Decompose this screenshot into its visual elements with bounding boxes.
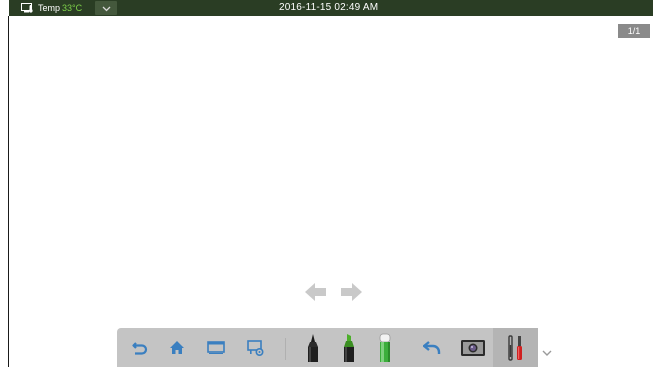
highlighter-icon: [341, 333, 357, 363]
undo-button[interactable]: [125, 328, 155, 367]
window-icon: [207, 341, 225, 354]
status-dropdown-button[interactable]: [95, 1, 117, 15]
temp-value: 33°C: [62, 3, 83, 13]
bottom-toolbar: [117, 328, 538, 367]
next-page-button[interactable]: [340, 283, 362, 301]
settings-button[interactable]: [501, 328, 531, 367]
undo-icon: [132, 341, 148, 355]
highlighter-button[interactable]: [335, 328, 363, 367]
return-arrow-icon: [423, 340, 441, 355]
home-icon: [169, 340, 185, 355]
chevron-down-icon: [541, 345, 553, 362]
canvas-left-border: [8, 16, 9, 367]
temp-label: Temp: [38, 3, 61, 13]
camera-button[interactable]: [457, 328, 489, 367]
page-indicator[interactable]: 1/1: [618, 24, 650, 38]
eraser-button[interactable]: [371, 328, 399, 367]
temperature-indicator: Temp 33°C: [21, 0, 82, 16]
chevron-down-icon: [102, 0, 111, 17]
pen-icon: [305, 333, 321, 363]
home-button[interactable]: [162, 328, 192, 367]
monitor-thermometer-icon: [21, 3, 34, 13]
toolbar-collapse-button[interactable]: [541, 345, 553, 356]
status-bar: Temp 33°C 2016-11-15 02:49 AM: [9, 0, 653, 16]
screen-settings-button[interactable]: [241, 328, 271, 367]
arrow-left-icon: [305, 283, 327, 305]
tools-icon: [506, 334, 526, 361]
whiteboard-canvas[interactable]: Temp 33°C 2016-11-15 02:49 AM 1/1: [0, 0, 653, 367]
camera-icon: [460, 339, 486, 357]
arrow-right-icon: [340, 283, 362, 305]
screen-gear-icon: [247, 339, 265, 356]
previous-page-button[interactable]: [305, 283, 327, 301]
toolbar-divider: [285, 338, 286, 360]
window-button[interactable]: [201, 328, 231, 367]
return-button[interactable]: [417, 328, 447, 367]
datetime-display: 2016-11-15 02:49 AM: [279, 2, 379, 13]
eraser-icon: [377, 333, 393, 363]
pen-button[interactable]: [299, 328, 327, 367]
